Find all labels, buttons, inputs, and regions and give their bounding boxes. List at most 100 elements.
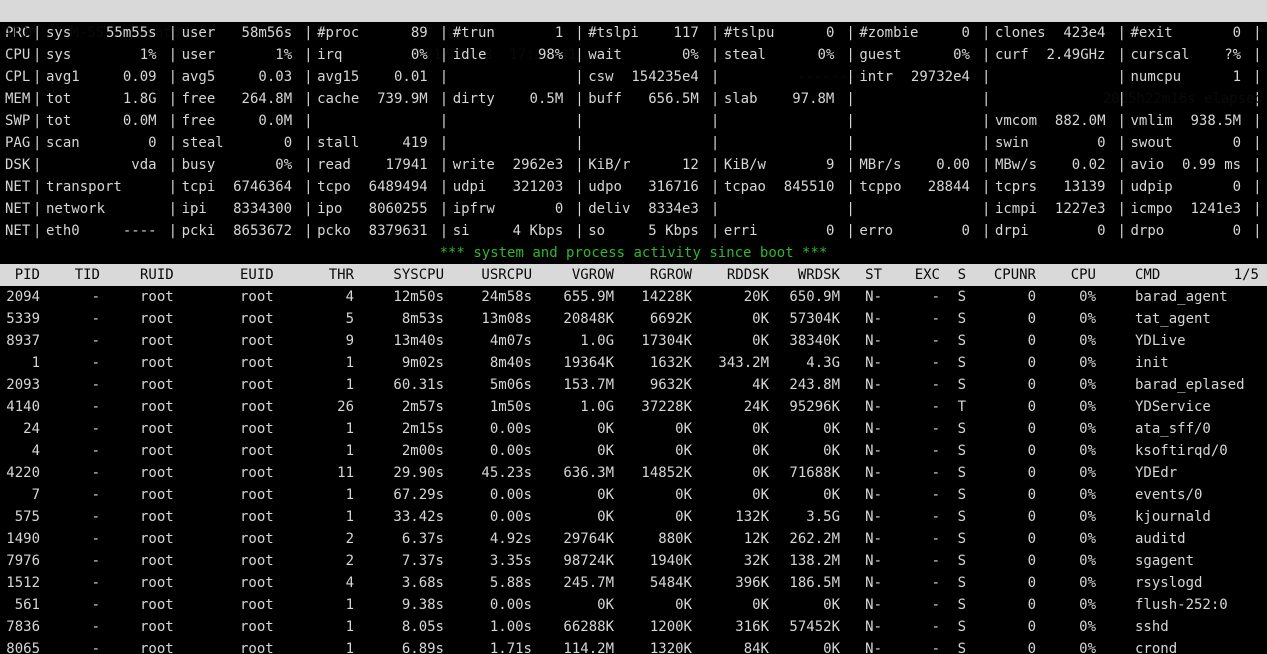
cell-rgrow: 0K bbox=[620, 418, 698, 440]
stat-key: udpo bbox=[588, 176, 622, 198]
process-row: 2094-rootroot412m50s24m58s655.9M14228K20… bbox=[0, 286, 1267, 308]
cell-exc: - bbox=[888, 462, 946, 484]
page-indicator: 1/5 bbox=[1234, 264, 1259, 286]
cell-usrcpu: 45.23s bbox=[450, 462, 538, 484]
cell-vgrow: 153.7M bbox=[538, 374, 620, 396]
cell-thr: 2 bbox=[320, 550, 360, 572]
cell-ruid: root bbox=[106, 528, 218, 550]
cell-syscpu: 8.05s bbox=[360, 616, 450, 638]
stat-field: |dirty0.5M bbox=[440, 88, 576, 110]
cell-pid: 5339 bbox=[0, 308, 46, 330]
column-header-exc: EXC bbox=[888, 264, 946, 286]
system-stats: PRC|sys55m55s|user58m56s|#proc89|#trun1|… bbox=[0, 22, 1267, 242]
stat-value: 316716 bbox=[648, 176, 699, 198]
stat-field: |ipfrw0 bbox=[440, 198, 576, 220]
cell-pid: 8065 bbox=[0, 638, 46, 654]
field-separator-pipe: | bbox=[33, 88, 41, 110]
cell-s: T bbox=[946, 396, 972, 418]
column-header-s: S bbox=[946, 264, 972, 286]
stat-key: user bbox=[182, 22, 216, 44]
stat-field: |vda bbox=[33, 154, 169, 176]
cell-pid: 24 bbox=[0, 418, 46, 440]
stat-key: icmpi bbox=[995, 198, 1037, 220]
cell-tid: - bbox=[46, 528, 106, 550]
stat-value: 97.8M bbox=[792, 88, 834, 110]
cell-pid: 4 bbox=[0, 440, 46, 462]
cell-euid: root bbox=[218, 594, 320, 616]
stat-field: |vmlim938.5M bbox=[1118, 110, 1254, 132]
cell-exc: - bbox=[888, 616, 946, 638]
field-separator-pipe: | bbox=[711, 88, 719, 110]
cell-exc: - bbox=[888, 572, 946, 594]
stat-row-dsk: DSK|vda|busy0%|read17941|write2962e3|KiB… bbox=[0, 154, 1267, 176]
cell-pid: 4220 bbox=[0, 462, 46, 484]
stat-value: 8379631 bbox=[369, 220, 428, 242]
cell-euid: root bbox=[218, 440, 320, 462]
stat-value: 89 bbox=[411, 22, 428, 44]
stat-value: vda bbox=[131, 154, 156, 176]
cell-pid: 7836 bbox=[0, 616, 46, 638]
stat-field: |tcpo6489494 bbox=[304, 176, 440, 198]
cell-ruid: root bbox=[106, 308, 218, 330]
stat-field: | bbox=[575, 110, 711, 132]
cell-cpunr: 0 bbox=[972, 506, 1042, 528]
cell-st: N- bbox=[846, 594, 888, 616]
field-separator-pipe: | bbox=[982, 220, 990, 242]
stat-key: tcpo bbox=[317, 176, 351, 198]
field-separator-pipe: | bbox=[846, 132, 854, 154]
cell-cpu: 0% bbox=[1042, 572, 1102, 594]
stat-value: 58m56s bbox=[242, 22, 293, 44]
field-separator-pipe: | bbox=[1118, 66, 1126, 88]
process-row: 1490-rootroot26.37s4.92s29764K880K12K262… bbox=[0, 528, 1267, 550]
cell-exc: - bbox=[888, 352, 946, 374]
stat-field: |si4 Kbps bbox=[440, 220, 576, 242]
stat-field: |vmcom882.0M bbox=[982, 110, 1118, 132]
stat-field: | bbox=[304, 110, 440, 132]
cell-cpunr: 0 bbox=[972, 330, 1042, 352]
stat-key: #proc bbox=[317, 22, 359, 44]
cell-s: S bbox=[946, 462, 972, 484]
field-separator-pipe: | bbox=[575, 198, 583, 220]
field-separator-pipe: | bbox=[440, 220, 448, 242]
cell-s: S bbox=[946, 440, 972, 462]
cell-syscpu: 9m02s bbox=[360, 352, 450, 374]
cell-tid: - bbox=[46, 462, 106, 484]
stat-value: 0% bbox=[818, 44, 835, 66]
field-separator-pipe: | bbox=[304, 66, 312, 88]
cell-wrdsk: 650.9M bbox=[775, 286, 846, 308]
stat-field: | bbox=[440, 132, 576, 154]
terminal-screen[interactable]: ATOP - VM-55-10-centos 2021/09/08 17:33:… bbox=[0, 0, 1267, 654]
cell-wrdsk: 57452K bbox=[775, 616, 846, 638]
stat-row-net: NET|eth0----|pcki8653672|pcko8379631|si4… bbox=[0, 220, 1267, 242]
cell-euid: root bbox=[218, 286, 320, 308]
cell-rgrow: 1940K bbox=[620, 550, 698, 572]
stat-value: 1 bbox=[555, 22, 563, 44]
cell-euid: root bbox=[218, 506, 320, 528]
cell-tid: - bbox=[46, 396, 106, 418]
stat-key: free bbox=[182, 110, 216, 132]
stat-key: tcpao bbox=[724, 176, 766, 198]
stat-value: 17941 bbox=[386, 154, 428, 176]
field-separator-pipe: | bbox=[33, 66, 41, 88]
cell-st: N- bbox=[846, 506, 888, 528]
stat-key: ipi bbox=[182, 198, 207, 220]
cell-thr: 1 bbox=[320, 352, 360, 374]
cell-rddsk: 0K bbox=[698, 594, 775, 616]
stat-value: 845510 bbox=[784, 176, 835, 198]
stat-value: 0.01 bbox=[394, 66, 428, 88]
cell-cpu: 0% bbox=[1042, 440, 1102, 462]
cell-vgrow: 1.0G bbox=[538, 330, 620, 352]
cell-vgrow: 114.2M bbox=[538, 638, 620, 654]
process-row: 7836-rootroot18.05s1.00s66288K1200K316K5… bbox=[0, 616, 1267, 638]
stat-field: |write2962e3 bbox=[440, 154, 576, 176]
field-separator-pipe: | bbox=[1253, 22, 1267, 44]
field-separator-pipe: | bbox=[169, 198, 177, 220]
stat-field: |avio0.99 ms bbox=[1118, 154, 1254, 176]
stat-value: 264.8M bbox=[242, 88, 293, 110]
cell-st: N- bbox=[846, 484, 888, 506]
cell-syscpu: 67.29s bbox=[360, 484, 450, 506]
process-row: 561-rootroot19.38s0.00s0K0K0K0KN--S00%fl… bbox=[0, 594, 1267, 616]
cell-rgrow: 0K bbox=[620, 594, 698, 616]
stat-key: pcki bbox=[182, 220, 216, 242]
cell-rddsk: 20K bbox=[698, 286, 775, 308]
